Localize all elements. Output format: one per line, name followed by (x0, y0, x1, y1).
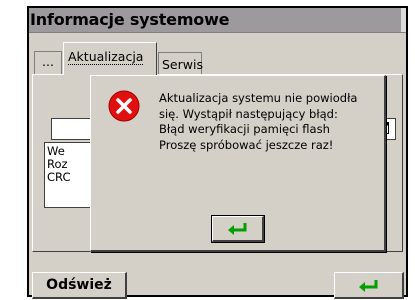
tab-update-label: Aktualizacja (68, 49, 144, 65)
enter-arrow-icon (358, 273, 380, 298)
message-line: Aktualizacja systemu nie powiodła (159, 91, 358, 105)
system-info-window: Informacje systemowe ... Aktualizacja Se… (27, 6, 408, 299)
tab-more[interactable]: ... (34, 51, 62, 75)
message-line: Proszę spróbować jeszcze raz! (159, 137, 334, 152)
dialog-ok-button[interactable] (211, 215, 265, 243)
refresh-button[interactable]: Odśwież (32, 272, 127, 299)
info-line: CRC (47, 170, 71, 184)
title-bar-edge (401, 8, 406, 32)
confirm-button[interactable] (334, 272, 404, 299)
message-line: Błąd weryfikacji pamięci flash (159, 122, 330, 136)
window-title: Informacje systemowe (30, 10, 230, 29)
enter-arrow-icon (227, 217, 249, 241)
error-dialog: Aktualizacja systemu nie powiodła się. W… (90, 75, 386, 252)
tab-service[interactable]: Serwis (158, 52, 203, 75)
error-icon (108, 90, 140, 122)
error-message: Aktualizacja systemu nie powiodła się. W… (159, 91, 379, 153)
message-line: się. Wystąpił następujący błąd: (159, 106, 338, 121)
tab-update[interactable]: Aktualizacja (63, 42, 157, 75)
title-bar: Informacje systemowe (29, 8, 406, 33)
